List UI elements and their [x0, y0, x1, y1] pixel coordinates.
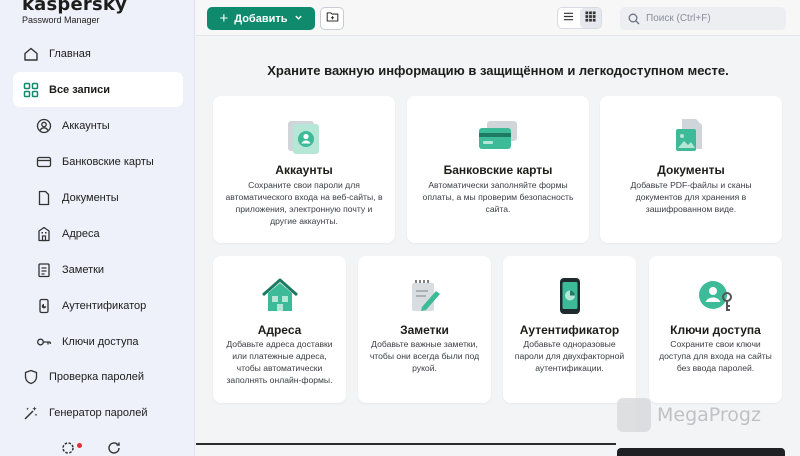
brand-logo: kaspersky Password Manager — [22, 0, 127, 25]
sidebar-item-label: Ключи доступа — [62, 335, 139, 348]
sidebar-item-label: Генератор паролей — [49, 406, 148, 419]
passkey-card-icon — [649, 274, 782, 318]
card-description: Сохраните свои пароли для автоматическог… — [225, 180, 383, 226]
sidebar-item-documents[interactable]: Документы — [26, 180, 183, 215]
new-folder-button[interactable] — [320, 7, 344, 30]
search-placeholder: Поиск (Ctrl+F) — [646, 13, 711, 24]
sidebar-item-passkeys[interactable]: Ключи доступа — [26, 324, 183, 359]
settings-icon[interactable] — [60, 440, 76, 456]
key-icon — [34, 332, 54, 352]
sidebar-item-label: Аутентификатор — [62, 299, 147, 312]
sidebar-item-addresses[interactable]: Адреса — [26, 216, 183, 251]
view-toggle — [557, 7, 602, 29]
watermark-logo-icon — [617, 398, 651, 432]
card-title: Аккаунты — [275, 163, 333, 177]
card-title: Документы — [657, 163, 725, 177]
list-icon — [563, 9, 574, 27]
sidebar-item-password-check[interactable]: Проверка паролей — [13, 359, 183, 394]
brand-name: kaspersky — [22, 0, 128, 15]
sidebar-item-accounts[interactable]: Аккаунты — [26, 108, 183, 143]
card-title: Адреса — [257, 323, 302, 337]
card-accounts[interactable]: Аккаунты Сохраните свои пароли для автом… — [213, 96, 395, 243]
search-icon — [628, 13, 640, 25]
sidebar-item-password-generator[interactable]: Генератор паролей — [13, 395, 183, 430]
card-description: Добавьте адреса доставки или платежные а… — [226, 339, 333, 385]
sidebar-item-all-records[interactable]: Все записи — [13, 72, 183, 107]
card-documents[interactable]: Документы Добавьте PDF-файлы и сканы док… — [600, 96, 782, 243]
authenticator-card-icon — [503, 274, 636, 318]
watermark-text: MegaProgz — [657, 404, 761, 426]
generator-icon — [21, 403, 41, 423]
search-input[interactable]: Поиск (Ctrl+F) — [620, 7, 786, 30]
house-card-icon — [213, 274, 346, 318]
page-headline: Храните важную информацию в защищённом и… — [267, 63, 729, 78]
folder-add-icon — [326, 10, 339, 28]
status-bar-panel — [617, 448, 785, 456]
card-description: Добавьте важные заметки, чтобы они всегд… — [369, 339, 480, 373]
bank-card-icon — [407, 114, 589, 158]
list-view-button[interactable] — [558, 8, 580, 28]
document-icon — [34, 188, 54, 208]
notification-badge — [77, 443, 82, 448]
sidebar-item-notes[interactable]: Заметки — [26, 252, 183, 287]
card-title: Ключи доступа — [670, 323, 761, 337]
sidebar-item-label: Заметки — [62, 263, 105, 276]
sidebar-item-label: Аккаунты — [62, 119, 110, 132]
document-card-icon — [600, 114, 782, 158]
sidebar-item-label: Главная — [49, 47, 91, 60]
sidebar-item-label: Проверка паролей — [49, 370, 145, 383]
sidebar: kaspersky Password Manager Главная Все з… — [0, 0, 195, 456]
sidebar-item-label: Банковские карты — [62, 155, 154, 168]
note-icon — [34, 260, 54, 280]
card-description: Добавьте PDF-файлы и сканы документов дл… — [630, 180, 752, 214]
sidebar-item-home[interactable]: Главная — [13, 36, 183, 71]
sync-icon[interactable] — [106, 440, 122, 456]
sidebar-footer — [60, 440, 122, 456]
card-description: Автоматически заполняйте формы оплаты, а… — [422, 180, 574, 214]
grid-view-button[interactable] — [579, 8, 601, 28]
card-notes[interactable]: Заметки Добавьте важные заметки, чтобы о… — [358, 256, 491, 403]
authenticator-icon — [34, 296, 54, 316]
add-button[interactable]: + Добавить — [207, 7, 315, 30]
main-content: Храните важную информацию в защищённом и… — [196, 37, 800, 456]
account-card-icon — [213, 114, 395, 158]
sidebar-item-bank-cards[interactable]: Банковские карты — [26, 144, 183, 179]
notes-card-icon — [358, 274, 491, 318]
card-title: Аутентификатор — [519, 323, 620, 337]
card-bank-cards[interactable]: Банковские карты Автоматически заполняйт… — [407, 96, 589, 243]
card-title: Заметки — [400, 323, 449, 337]
shield-icon — [21, 367, 41, 387]
grid-icon — [585, 9, 596, 27]
toolbar: + Добавить Поиск (Ctrl+F) — [196, 0, 800, 36]
sidebar-item-label: Документы — [62, 191, 119, 204]
divider — [196, 443, 616, 445]
account-icon — [34, 116, 54, 136]
add-button-label: Добавить — [234, 12, 288, 25]
sidebar-item-label: Адреса — [62, 227, 100, 240]
chevron-down-icon — [294, 13, 303, 25]
sidebar-item-authenticator[interactable]: Аутентификатор — [26, 288, 183, 323]
card-authenticator[interactable]: Аутентификатор Добавьте одноразовые паро… — [503, 256, 636, 403]
brand-subtitle: Password Manager — [22, 15, 100, 25]
card-passkeys[interactable]: Ключи доступа Сохраните свои ключи досту… — [649, 256, 782, 403]
card-icon — [34, 152, 54, 172]
card-title: Банковские карты — [443, 163, 553, 177]
home-icon — [21, 44, 41, 64]
watermark: MegaProgz — [617, 398, 761, 432]
card-description: Добавьте одноразовые пароли для двухфакт… — [514, 339, 625, 373]
sidebar-item-label: Все записи — [49, 83, 110, 96]
plus-icon: + — [219, 10, 229, 27]
card-description: Сохраните свои ключи доступа для входа н… — [659, 339, 772, 373]
grid-icon — [21, 80, 41, 100]
card-addresses[interactable]: Адреса Добавьте адреса доставки или плат… — [213, 256, 346, 403]
building-icon — [34, 224, 54, 244]
